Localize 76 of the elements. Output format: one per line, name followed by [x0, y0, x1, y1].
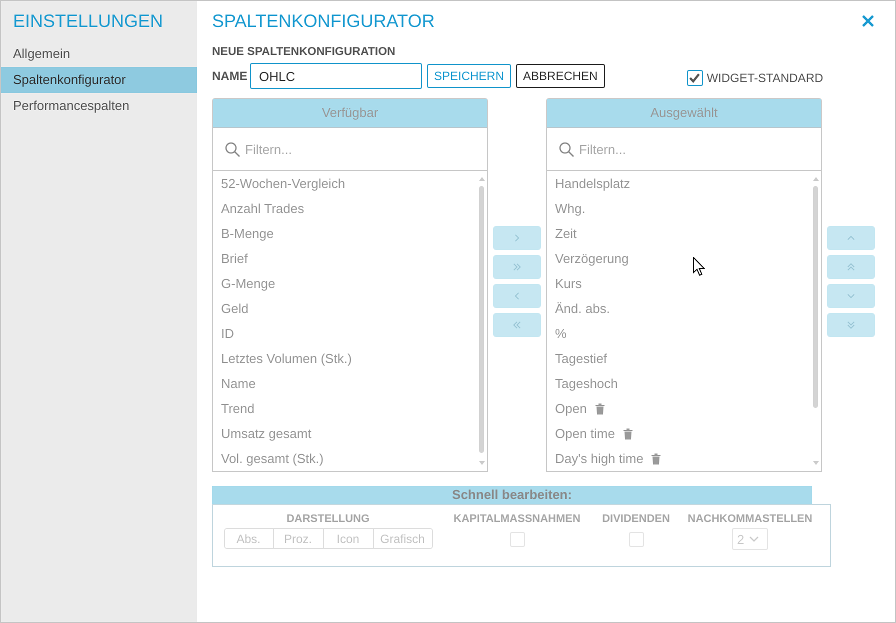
- double-chevron-right-icon: [513, 263, 521, 271]
- section-heading: NEUE SPALTENKONFIGURATION: [212, 45, 396, 59]
- search-icon: [225, 142, 240, 156]
- list-item[interactable]: Brief: [221, 246, 477, 271]
- double-chevron-left-icon: [513, 321, 521, 329]
- scrollbar-thumb[interactable]: [813, 186, 818, 408]
- sidebar-item[interactable]: Performancespalten: [1, 93, 197, 119]
- move-all-left-button[interactable]: [493, 313, 541, 337]
- close-icon[interactable]: [862, 15, 874, 27]
- save-button[interactable]: SPEICHERN: [427, 64, 512, 88]
- list-item[interactable]: Trend: [221, 396, 477, 421]
- move-all-right-button[interactable]: [493, 255, 541, 279]
- list-item[interactable]: Handelsplatz: [555, 171, 811, 196]
- list-item[interactable]: Tageshoch: [555, 371, 811, 396]
- list-item[interactable]: Whg.: [555, 196, 811, 221]
- list-item[interactable]: Open time: [555, 421, 811, 446]
- double-chevron-up-icon: [847, 263, 855, 271]
- chevron-right-icon: [513, 234, 521, 242]
- checkbox-label: WIDGET-STANDARD: [706, 71, 824, 85]
- list-item[interactable]: %: [555, 321, 811, 346]
- list-item[interactable]: Geld: [221, 296, 477, 321]
- trash-icon[interactable]: [651, 452, 662, 464]
- quick-edit-header: Schnell bearbeiten:: [212, 486, 812, 504]
- list-item[interactable]: Letztes Volumen (Stk.): [221, 346, 477, 371]
- list-item[interactable]: Open: [555, 396, 811, 421]
- corporate-actions-label: KAPITALMASSNAHMEN: [454, 512, 580, 526]
- list-item[interactable]: Name: [221, 371, 477, 396]
- filter-field[interactable]: Filtern...: [579, 139, 811, 159]
- filter-field[interactable]: Filtern...: [245, 139, 477, 159]
- list-item[interactable]: B-Menge: [221, 221, 477, 246]
- scroll-down-icon[interactable]: [812, 461, 818, 465]
- panel-header: Ausgewählt: [547, 99, 821, 128]
- list-item[interactable]: Tagestief: [555, 346, 811, 371]
- cancel-button[interactable]: ABBRECHEN: [516, 64, 605, 88]
- list-item[interactable]: Day's high time: [555, 446, 811, 471]
- scroll-up-icon[interactable]: [478, 177, 484, 181]
- name-input[interactable]: OHLC: [250, 63, 422, 89]
- move-to-top-button[interactable]: [827, 255, 875, 279]
- move-right-button[interactable]: [493, 226, 541, 250]
- list-item[interactable]: Zeit: [555, 221, 811, 246]
- list-item[interactable]: Anzahl Trades: [221, 196, 477, 221]
- checkmark-icon: [689, 73, 700, 83]
- display-label: DARSTELLUNG: [286, 512, 370, 526]
- scrollbar-thumb[interactable]: [479, 186, 484, 453]
- move-left-button[interactable]: [493, 284, 541, 308]
- checkbox[interactable]: [686, 70, 703, 86]
- list-item[interactable]: Umsatz gesamt: [221, 421, 477, 446]
- dividends-label: DIVIDENDEN: [602, 512, 670, 526]
- name-label: NAME: [212, 69, 248, 83]
- chevron-left-icon: [513, 292, 521, 300]
- scroll-up-icon[interactable]: [812, 177, 818, 181]
- caret-icon: [749, 536, 760, 542]
- move-to-bottom-button[interactable]: [827, 313, 875, 337]
- list-item[interactable]: Vol. gesamt (Stk.): [221, 446, 477, 471]
- double-chevron-down-icon: [847, 321, 855, 329]
- trash-icon[interactable]: [594, 402, 605, 414]
- move-down-button[interactable]: [827, 284, 875, 308]
- list-item[interactable]: Kurs: [555, 271, 811, 296]
- sidebar-title: EINSTELLUNGEN: [12, 10, 164, 32]
- list-item[interactable]: 52-Wochen-Vergleich: [221, 171, 477, 196]
- decimals-label: NACHKOMMASTELLEN: [688, 512, 812, 526]
- chevron-up-icon: [847, 234, 855, 242]
- chevron-down-icon: [847, 292, 855, 300]
- page-title: SPALTENKONFIGURATOR: [212, 10, 435, 32]
- sidebar-item[interactable]: Allgemein: [1, 41, 197, 67]
- panel-header: Verfügbar: [213, 99, 487, 128]
- move-up-button[interactable]: [827, 226, 875, 250]
- scroll-down-icon[interactable]: [478, 461, 484, 465]
- list-item[interactable]: G-Menge: [221, 271, 477, 296]
- search-icon: [559, 142, 574, 156]
- list-item[interactable]: Verzögerung: [555, 246, 811, 271]
- mouse-cursor-icon: [693, 257, 705, 276]
- trash-icon[interactable]: [622, 428, 633, 440]
- list-item[interactable]: Änd. abs.: [555, 296, 811, 321]
- list-item[interactable]: ID: [221, 321, 477, 346]
- sidebar-item[interactable]: Spaltenkonfigurator: [1, 67, 197, 93]
